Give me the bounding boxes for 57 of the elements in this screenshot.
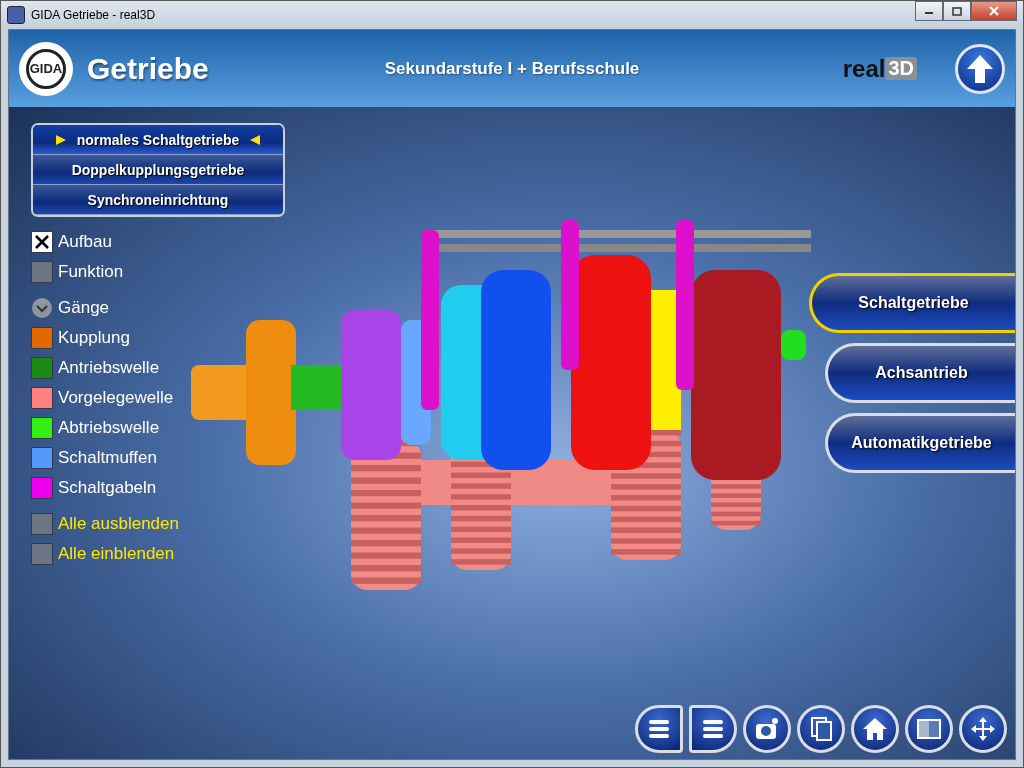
gear-logo: GIDA xyxy=(19,41,73,96)
color-swatch[interactable] xyxy=(31,357,53,379)
category-button[interactable]: Automatikgetriebe xyxy=(825,413,1015,473)
color-swatch[interactable] xyxy=(31,327,53,349)
pointer-icon xyxy=(54,133,67,146)
maximize-icon xyxy=(952,6,962,16)
color-swatch[interactable] xyxy=(31,447,53,469)
chevron-down-icon[interactable] xyxy=(31,297,53,319)
window-title: GIDA Getriebe - real3D xyxy=(31,8,156,22)
pointer-icon xyxy=(249,133,262,146)
option-label: Alle ausblenden xyxy=(58,514,179,534)
checkbox[interactable] xyxy=(31,231,53,253)
component-label: Schaltmuffen xyxy=(58,448,157,468)
category-button[interactable]: Achsantrieb xyxy=(825,343,1015,403)
mode-label: Synchroneinrichtung xyxy=(87,191,229,208)
mode-item[interactable]: Synchroneinrichtung xyxy=(33,185,283,215)
close-button[interactable] xyxy=(971,1,1017,21)
component-label: Antriebswelle xyxy=(58,358,160,378)
brand-logo: real 3D xyxy=(842,54,917,83)
copy-icon xyxy=(808,716,834,742)
toolbar-button[interactable] xyxy=(635,705,683,753)
move-icon xyxy=(970,716,996,742)
mode-label: normales Schaltgetriebe xyxy=(76,131,240,148)
mode-item[interactable]: Doppelkupplungsgetriebe xyxy=(33,155,283,185)
toolbar-button[interactable] xyxy=(905,705,953,753)
camera-icon xyxy=(754,716,780,742)
section-label: Gänge xyxy=(58,298,110,318)
mode-label: Doppelkupplungsgetriebe xyxy=(71,161,245,178)
home-icon xyxy=(862,716,888,742)
mode-item[interactable]: normales Schaltgetriebe xyxy=(33,125,283,155)
component-label: Abtriebswelle xyxy=(58,418,160,438)
component-label: Kupplung xyxy=(58,328,130,348)
option-label: Funktion xyxy=(58,262,124,282)
maximize-button[interactable] xyxy=(943,1,971,21)
toolbar-button[interactable] xyxy=(959,705,1007,753)
color-swatch[interactable] xyxy=(31,387,53,409)
window-icon xyxy=(916,716,942,742)
checkbox[interactable] xyxy=(31,513,53,535)
toolbar-button[interactable] xyxy=(797,705,845,753)
close-icon xyxy=(989,6,999,16)
app-icon xyxy=(7,6,25,24)
category-button[interactable]: Schaltgetriebe xyxy=(809,273,1015,333)
option-label: Alle einblenden xyxy=(58,544,175,564)
up-arrow-button[interactable] xyxy=(955,43,1005,94)
option-label: Aufbau xyxy=(58,232,112,252)
minimize-button[interactable] xyxy=(915,1,943,21)
color-swatch[interactable] xyxy=(31,477,53,499)
component-label: Vorgelegewelle xyxy=(58,388,174,408)
app-title: Getriebe xyxy=(87,51,209,86)
toolbar-button[interactable] xyxy=(689,705,737,753)
component-label: Schaltgabeln xyxy=(58,478,157,498)
color-swatch[interactable] xyxy=(31,417,53,439)
checkbox[interactable] xyxy=(31,261,53,283)
checkbox[interactable] xyxy=(31,543,53,565)
toolbar-button[interactable] xyxy=(743,705,791,753)
app-subtitle: Sekundarstufe I + Berufsschule xyxy=(384,58,640,79)
toolbar-button[interactable] xyxy=(851,705,899,753)
